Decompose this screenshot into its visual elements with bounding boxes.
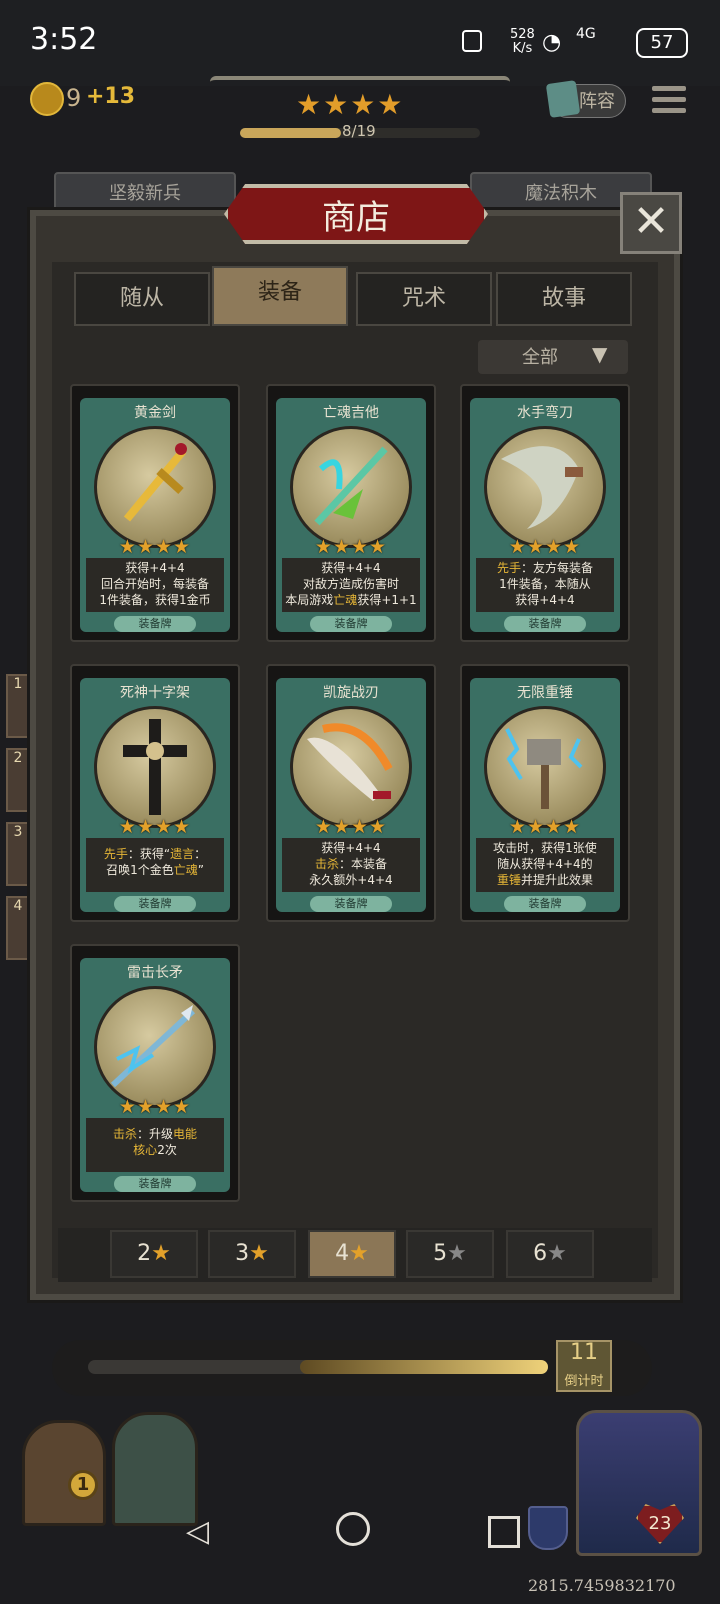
tab-equipment[interactable]: 装备 bbox=[212, 266, 348, 326]
refresh-door-icon[interactable] bbox=[112, 1412, 198, 1526]
shield-icon bbox=[528, 1506, 568, 1550]
card-death-cross[interactable]: 死神十字架 ★★★★ 先手：获得“遗言： 召唤1个金色亡魂” 装备牌 bbox=[70, 664, 240, 922]
card-triumph-blade[interactable]: 凯旋战刃 ★★★★ 获得+4+4 击杀：本装备 永久额外+4+4 装备牌 bbox=[266, 664, 436, 922]
card-type-badge: 装备牌 bbox=[310, 616, 392, 632]
card-stars: ★★★★ bbox=[508, 816, 582, 838]
card-name: 凯旋战刃 bbox=[323, 685, 379, 701]
infinite-hammer-icon bbox=[484, 706, 606, 828]
card-type-badge: 装备牌 bbox=[114, 1176, 196, 1192]
star-icon: ★ bbox=[151, 1241, 171, 1266]
card-infinite-hammer[interactable]: 无限重锤 ★★★★ 攻击时，获得1张使 随从获得+4+4的 重锤并提升此效果 装… bbox=[460, 664, 630, 922]
card-thunder-spear[interactable]: 雷击长矛 ★★★★ 击杀：升级电能 核心2次 装备牌 bbox=[70, 944, 240, 1202]
card-type-badge: 装备牌 bbox=[114, 896, 196, 912]
card-name: 水手弯刀 bbox=[517, 405, 573, 421]
reroll-count-badge: 1 bbox=[68, 1470, 98, 1500]
countdown-number: 11 bbox=[570, 1340, 598, 1365]
network-type: 4G bbox=[576, 26, 596, 42]
star-icon: ★ bbox=[447, 1241, 467, 1266]
nav-back-icon[interactable]: ◁ bbox=[186, 1514, 209, 1549]
status-bar bbox=[0, 0, 720, 86]
network-speed: 528 K/s bbox=[510, 28, 535, 56]
tavern-tier-stars: ★★★★ bbox=[296, 88, 405, 121]
card-name: 死神十字架 bbox=[120, 685, 190, 701]
status-clock: 3:52 bbox=[30, 22, 98, 57]
side-slot: 3 bbox=[6, 822, 30, 886]
net-speed-unit: K/s bbox=[512, 41, 533, 56]
side-slot: 1 bbox=[6, 674, 30, 738]
menu-icon[interactable] bbox=[652, 86, 686, 116]
lineup-book-icon bbox=[545, 80, 581, 118]
tavern-door-icon[interactable] bbox=[22, 1420, 106, 1526]
hero-portrait[interactable] bbox=[576, 1410, 702, 1556]
gold-gain: +13 bbox=[86, 84, 136, 109]
card-stars: ★★★★ bbox=[508, 536, 582, 558]
card-sailor-scimitar[interactable]: 水手弯刀 ★★★★ 先手：友方每装备 1件装备，本随从 获得+4+4 装备牌 bbox=[460, 384, 630, 642]
card-name: 亡魂吉他 bbox=[323, 405, 379, 421]
card-stars: ★★★★ bbox=[314, 816, 388, 838]
filter-funnel-icon: ▼ bbox=[592, 342, 608, 366]
sailor-scimitar-icon bbox=[484, 426, 606, 548]
tab-minions[interactable]: 随从 bbox=[74, 272, 210, 326]
close-button[interactable]: ✕ bbox=[620, 192, 682, 254]
card-description: 先手：友方每装备 1件装备，本随从 获得+4+4 bbox=[476, 558, 614, 612]
card-type-badge: 装备牌 bbox=[504, 616, 586, 632]
card-description: 攻击时，获得1张使 随从获得+4+4的 重锤并提升此效果 bbox=[476, 838, 614, 892]
card-description: 获得+4+4 回合开始时，每装备 1件装备，获得1金币 bbox=[86, 558, 224, 612]
tab-spells[interactable]: 咒术 bbox=[356, 272, 492, 326]
card-stars: ★★★★ bbox=[118, 536, 192, 558]
card-soul-guitar[interactable]: 亡魂吉他 ★★★★ 获得+4+4 对敌方造成伤害时 本局游戏亡魂获得+1+1 装… bbox=[266, 384, 436, 642]
countdown-label: 倒计时 bbox=[564, 1374, 604, 1389]
thunder-spear-icon bbox=[94, 986, 216, 1108]
star-filter-3[interactable]: 3★ bbox=[208, 1230, 296, 1278]
wifi-icon: ◔ bbox=[542, 30, 562, 55]
tier-progress-fill bbox=[240, 128, 341, 138]
golden-sword-icon bbox=[94, 426, 216, 548]
death-cross-icon bbox=[94, 706, 216, 828]
shop-title: 商店 bbox=[322, 198, 390, 238]
timer-fill bbox=[300, 1360, 548, 1374]
star-icon: ★ bbox=[349, 1241, 369, 1266]
card-stars: ★★★★ bbox=[314, 536, 388, 558]
card-stars: ★★★★ bbox=[118, 816, 192, 838]
nav-recents-icon[interactable] bbox=[488, 1516, 520, 1548]
gold-coin-icon bbox=[30, 82, 64, 116]
star-filter-5[interactable]: 5★ bbox=[406, 1230, 494, 1278]
coordinate-readout: 2815.7459832170 bbox=[528, 1576, 676, 1595]
card-golden-sword[interactable]: 黄金剑 ★★★★ 获得+4+4 回合开始时，每装备 1件装备，获得1金币 装备牌 bbox=[70, 384, 240, 642]
card-description: 先手：获得“遗言： 召唤1个金色亡魂” bbox=[86, 838, 224, 892]
soul-guitar-icon bbox=[290, 426, 412, 548]
side-slot: 4 bbox=[6, 896, 30, 960]
card-description: 获得+4+4 击杀：本装备 永久额外+4+4 bbox=[282, 838, 420, 892]
star-icon: ★ bbox=[547, 1241, 567, 1266]
gold-count: 9 bbox=[66, 84, 82, 112]
card-description: 获得+4+4 对敌方造成伤害时 本局游戏亡魂获得+1+1 bbox=[282, 558, 420, 612]
vibrate-icon bbox=[462, 30, 482, 52]
net-speed-value: 528 bbox=[510, 27, 535, 42]
star-filter-2[interactable]: 2★ bbox=[110, 1230, 198, 1278]
card-name: 雷击长矛 bbox=[127, 965, 183, 981]
side-slot: 2 bbox=[6, 748, 30, 812]
card-name: 无限重锤 bbox=[517, 685, 573, 701]
tab-stories[interactable]: 故事 bbox=[496, 272, 632, 326]
card-type-badge: 装备牌 bbox=[310, 896, 392, 912]
nav-home-icon[interactable] bbox=[336, 1512, 370, 1546]
card-description: 击杀：升级电能 核心2次 bbox=[86, 1118, 224, 1172]
triumph-blade-icon bbox=[290, 706, 412, 828]
card-name: 黄金剑 bbox=[134, 405, 176, 421]
star-filter-6[interactable]: 6★ bbox=[506, 1230, 594, 1278]
star-filter-4[interactable]: 4★ bbox=[308, 1230, 396, 1278]
filter-label: 全部 bbox=[522, 347, 558, 368]
star-icon: ★ bbox=[249, 1241, 269, 1266]
card-stars: ★★★★ bbox=[118, 1096, 192, 1118]
battery-indicator: 57 bbox=[636, 28, 688, 58]
tier-progress-text: 8/19 bbox=[342, 122, 376, 140]
card-type-badge: 装备牌 bbox=[504, 896, 586, 912]
card-type-badge: 装备牌 bbox=[114, 616, 196, 632]
